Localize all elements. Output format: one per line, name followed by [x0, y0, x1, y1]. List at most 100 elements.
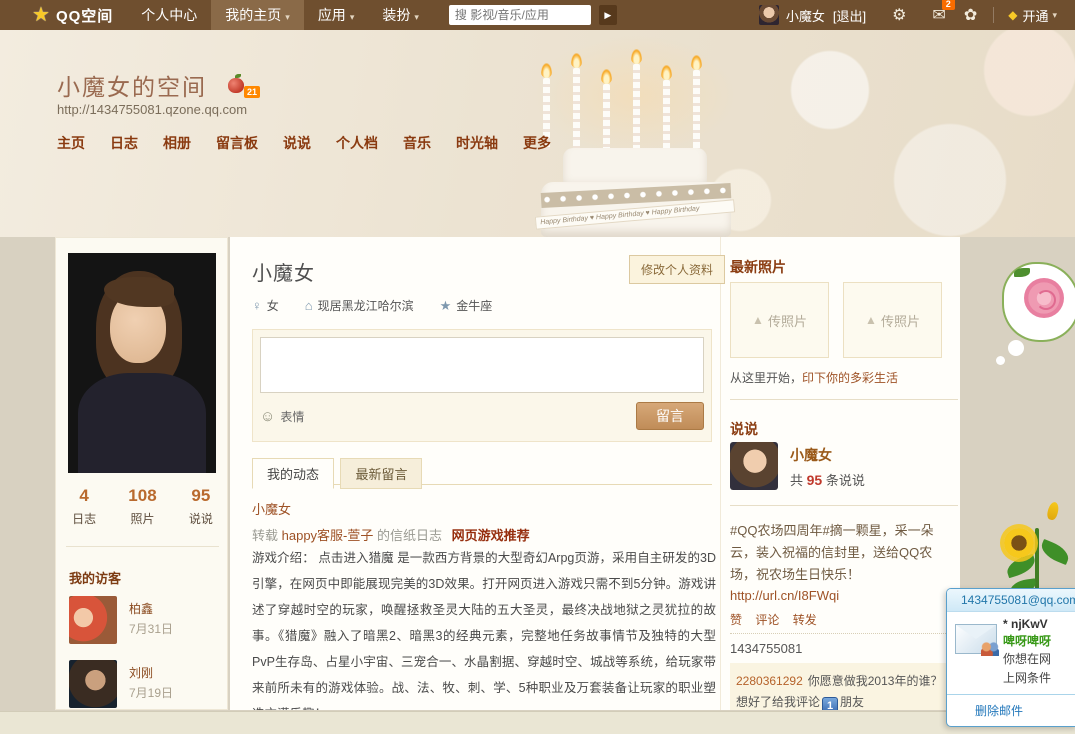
upload-photo-label: 传照片 [768, 311, 807, 330]
message-input[interactable] [260, 337, 704, 393]
header-banner: Happy Birthday ♥ Happy Birthday ♥ Happy … [0, 30, 1075, 237]
star-logo-icon: ★ [32, 5, 50, 25]
chevron-down-icon: ▾ [285, 12, 290, 22]
gender-info: ♀ 女 [252, 297, 279, 314]
menu-shuoshuo[interactable]: 说说 [283, 133, 311, 153]
nav-my-home[interactable]: 我的主页▾ [211, 0, 304, 30]
logout-link[interactable]: [退出] [833, 6, 866, 25]
rose-icon [1024, 278, 1064, 318]
stat-photos-count[interactable]: 108 [128, 486, 156, 506]
photo-body [78, 373, 206, 473]
divider [730, 505, 958, 506]
visitor-name[interactable]: 刘刚 [129, 664, 153, 681]
mail-preview-line1: 你想在网 [1003, 650, 1051, 669]
feed-author-link[interactable]: 小魔女 [252, 499, 291, 518]
stat-shuoshuo-count[interactable]: 95 [189, 486, 213, 506]
clover-icon[interactable]: ✿ [964, 5, 977, 25]
candle [633, 64, 640, 152]
menu-album[interactable]: 相册 [163, 133, 191, 153]
tab-my-feed[interactable]: 我的动态 [252, 458, 334, 489]
menu-profile[interactable]: 个人档 [336, 133, 378, 153]
photo-hint-prefix: 从这里开始， [730, 371, 802, 385]
profile-photo[interactable] [68, 253, 216, 473]
top-nav-menu: 个人中心 我的主页▾ 应用▾ 装扮▾ [127, 0, 433, 30]
sunflower-leaf [1038, 539, 1072, 565]
visitor-item[interactable]: 刘刚 7月19日 [69, 660, 219, 710]
sunflower-head [1004, 528, 1034, 558]
upload-photo-box[interactable]: ▲ 传照片 [843, 282, 942, 358]
feed-meta-line: 转载 happy客服-萱子 的信纸日志 网页游戏推荐 [252, 525, 530, 544]
divider [66, 546, 219, 547]
menu-home[interactable]: 主页 [57, 133, 85, 153]
nav-personal-center[interactable]: 个人中心 [127, 0, 211, 30]
nav-apps[interactable]: 应用▾ [304, 0, 369, 30]
share-link[interactable]: 转发 [793, 613, 817, 627]
profile-info-row: ♀ 女 ⌂ 现居黑龙江哈尔滨 ★ 金牛座 [252, 297, 518, 314]
space-title: 小魔女的空间 [57, 68, 207, 102]
menu-message-board[interactable]: 留言板 [216, 133, 258, 153]
candle [693, 70, 700, 150]
bubble-dot [996, 356, 1005, 365]
shuoshuo-avatar[interactable] [730, 442, 778, 490]
visitor-avatar [69, 660, 117, 708]
gear-icon[interactable]: ⚙ [892, 5, 906, 25]
like-link[interactable]: 赞 [730, 613, 742, 627]
apple-badge: 21 [244, 86, 260, 98]
mail-badge: 2 [942, 0, 955, 10]
rose-leaf [1014, 268, 1030, 277]
search-input[interactable] [449, 5, 591, 25]
mail-popup-email[interactable]: 1434755081@qq.com [947, 589, 1075, 612]
divider [720, 237, 721, 710]
upload-photo-box[interactable]: ▲ 传照片 [730, 282, 829, 358]
upload-arrow-icon: ▲ [865, 313, 877, 327]
submit-message-button[interactable]: 留言 [636, 402, 704, 430]
photo-hint-link[interactable]: 印下你的多彩生活 [802, 371, 898, 385]
qzone-logo[interactable]: ★ QQ空间 [32, 5, 113, 26]
comment-box: 2280361292你愿意做我2013年的谁？想好了给我评论1朋友 [730, 663, 958, 710]
tab-latest-messages[interactable]: 最新留言 [340, 458, 422, 489]
feed-action-suffix: 的信纸日志 [377, 528, 442, 543]
edit-profile-button[interactable]: 修改个人资料 [629, 255, 725, 284]
vip-open-link[interactable]: 开通 [1022, 6, 1048, 25]
zodiac-value: 金牛座 [456, 297, 492, 314]
space-url: http://1434755081.qzone.qq.com [57, 102, 247, 117]
mail-button[interactable]: ✉ 2 [932, 5, 945, 25]
profile-stats: 4 日志 108 照片 95 说说 [56, 486, 228, 527]
chevron-down-icon: ▾ [350, 12, 355, 22]
stat-photos-label: 照片 [128, 510, 156, 527]
visitor-name[interactable]: 柏鑫 [129, 600, 153, 617]
visitor-item[interactable]: 柏鑫 7月31日 [69, 596, 219, 646]
candle [603, 84, 610, 152]
stat-shuoshuo-label: 说说 [189, 510, 213, 527]
shuoshuo-link[interactable]: http://url.cn/I8FWqi [730, 588, 839, 603]
delete-mail-link[interactable]: 删除邮件 [975, 704, 1023, 718]
search-box [449, 5, 591, 25]
menu-timeline[interactable]: 时光轴 [456, 133, 498, 153]
stat-blogs-count[interactable]: 4 [72, 486, 96, 506]
topbar-username[interactable]: 小魔女 [786, 6, 825, 25]
right-column: 最新照片 ▲ 传照片 ▲ 传照片 从这里开始，印下你的多彩生活 说说 小魔女 共… [730, 237, 960, 710]
play-arrow-icon: ▶ [604, 10, 611, 20]
mail-subject-green[interactable]: 啤呀啤呀 [1003, 633, 1075, 650]
feed-source-user-link[interactable]: happy客服-萱子 [282, 528, 374, 543]
feed-tabs: 我的动态 最新留言 [252, 457, 712, 485]
feed-post-title-link[interactable]: 网页游戏推荐 [452, 528, 530, 543]
shuoshuo-username-link[interactable]: 小魔女 [790, 445, 832, 465]
topbar-user-area: 小魔女 [退出] ⚙ ✉ 2 ✿ ◆ 开通 ▾ [759, 5, 1057, 25]
emoticon-label[interactable]: 表情 [280, 408, 304, 425]
comment-user-link[interactable]: 2280361292 [736, 674, 803, 688]
count-prefix: 共 [790, 473, 807, 488]
menu-music[interactable]: 音乐 [403, 133, 431, 153]
expand-arrow-button[interactable]: ▶ [599, 5, 617, 25]
rose-thought-bubble[interactable] [1002, 262, 1075, 342]
comment-link[interactable]: 评论 [755, 613, 779, 627]
emoticon-icon[interactable]: ☺ [260, 408, 275, 425]
apple-icon[interactable] [228, 78, 244, 93]
nav-decorate[interactable]: 装扮▾ [368, 0, 433, 30]
user-avatar-small[interactable] [759, 5, 779, 25]
menu-blog[interactable]: 日志 [110, 133, 138, 153]
stat-blogs-label: 日志 [72, 510, 96, 527]
menu-more[interactable]: 更多 [523, 133, 551, 153]
shuoshuo-content: #QQ农场四周年#摘一颗星，采一朵云，装入祝福的信封里，送给QQ农场，祝农场生日… [730, 520, 958, 586]
mail-subject[interactable]: * njKwV [1003, 616, 1075, 633]
